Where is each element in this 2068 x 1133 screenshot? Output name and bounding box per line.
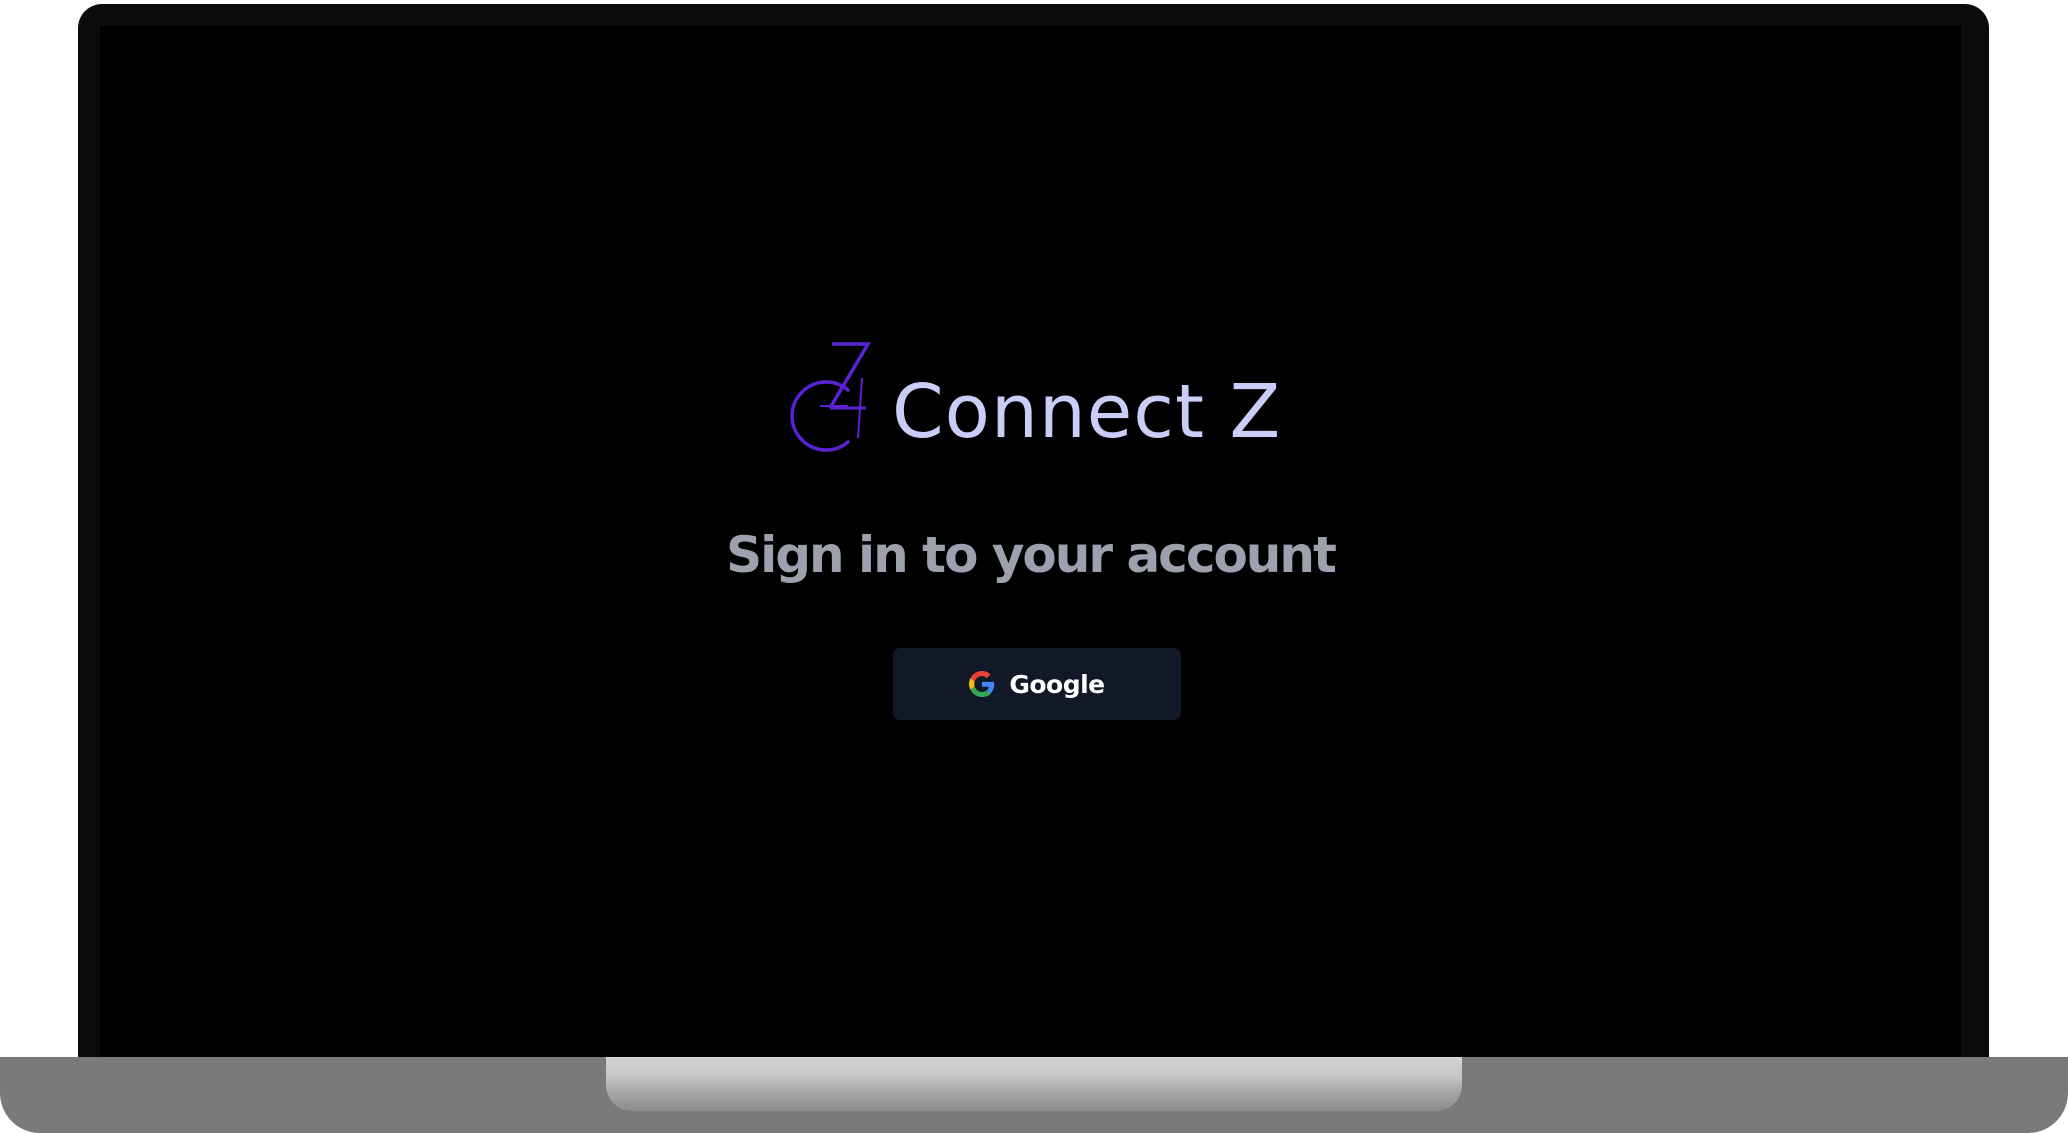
laptop-screen: Connect Z Sign in to your account Google	[100, 26, 1961, 1074]
brand-logo: Connect Z	[790, 338, 1281, 458]
laptop-lid: Connect Z Sign in to your account Google	[78, 4, 1989, 1074]
cz-monogram-icon	[790, 342, 872, 452]
brand-name: Connect Z	[892, 369, 1282, 455]
google-signin-button[interactable]: Google	[893, 648, 1181, 720]
laptop-hinge-notch	[606, 1057, 1462, 1111]
signin-heading: Sign in to your account	[726, 526, 1337, 584]
laptop-mockup: Connect Z Sign in to your account Google	[0, 0, 2068, 1133]
google-icon	[969, 671, 995, 697]
google-button-label: Google	[1009, 669, 1105, 699]
